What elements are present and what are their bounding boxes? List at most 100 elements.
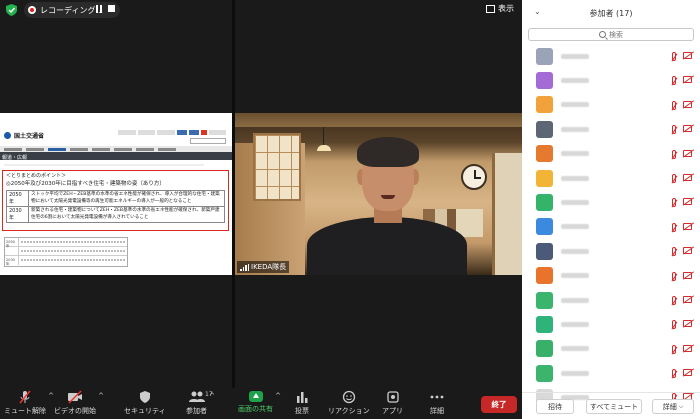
video-name-tag: IKEDA隊長	[237, 261, 290, 273]
video-off-icon	[68, 390, 82, 404]
participant-name-blurred	[561, 321, 589, 327]
share-screen-button[interactable]: ^ 画面の共有	[238, 390, 281, 414]
video-off-icon	[683, 52, 692, 59]
person-mouth	[381, 195, 395, 199]
avatar	[536, 218, 553, 236]
view-grid-icon	[486, 4, 495, 13]
table-row: 2030年	[5, 256, 127, 266]
meeting-area: レコーディング... 表示 国土交通省 報道・広報 ＜とりまとめのポイント＞ ◎…	[0, 0, 522, 388]
video-off-icon	[683, 173, 692, 181]
participant-name-blurred	[561, 273, 589, 279]
participant-row[interactable]	[522, 190, 700, 214]
row-year: 2050年	[6, 190, 29, 207]
pause-recording-icon[interactable]	[96, 5, 102, 13]
participant-row[interactable]	[522, 93, 700, 117]
recording-indicator[interactable]: レコーディング...	[24, 2, 120, 18]
participant-row[interactable]	[522, 44, 700, 68]
search-placeholder: 検索	[609, 30, 623, 39]
polls-button[interactable]: 投票	[293, 390, 311, 416]
site-logo-text: 国土交通省	[14, 133, 45, 140]
row-text: ストック平均でZEH・ZEB基準の水準の省エネ性能が確保され、導入が合理的な住宅…	[28, 190, 225, 207]
summary-points-box: ＜とりまとめのポイント＞ ◎2050年及び2030年に目指すべき住宅・建築物の姿…	[2, 170, 229, 231]
mute-all-button[interactable]: すべてミュート	[586, 399, 642, 414]
participant-row[interactable]	[522, 361, 700, 385]
share-screen-icon	[248, 391, 263, 402]
invite-button[interactable]: 招待	[536, 399, 574, 414]
avatar	[536, 169, 553, 187]
participant-row[interactable]	[522, 142, 700, 166]
security-button[interactable]: セキュリティ	[124, 390, 166, 416]
participant-row[interactable]	[522, 264, 700, 288]
participants-button[interactable]: ^ 参加者	[186, 390, 215, 416]
wall-clock	[461, 164, 487, 190]
mic-muted-icon	[672, 198, 676, 208]
avatar	[536, 315, 553, 333]
table-row: 2030年 新築される住宅・建築物についてZEH・ZEB基準の水準の省エネ性能が…	[6, 206, 225, 223]
video-off-icon	[683, 247, 692, 255]
video-off-icon	[683, 344, 692, 352]
participant-row[interactable]	[522, 68, 700, 92]
participant-name-blurred	[561, 53, 589, 59]
video-label: ビデオの開始	[54, 407, 96, 415]
collapse-chevron-icon[interactable]: ⌄	[534, 7, 541, 16]
participants-icon	[188, 391, 205, 402]
participant-row[interactable]	[522, 117, 700, 141]
reactions-label: リアクション	[328, 407, 370, 415]
side-window	[492, 153, 522, 275]
video-off-icon	[683, 149, 692, 157]
participant-row[interactable]	[522, 215, 700, 239]
security-shield-icon[interactable]	[6, 4, 17, 16]
share-options-caret[interactable]: ^	[275, 392, 281, 400]
participant-row[interactable]	[522, 337, 700, 361]
reactions-button[interactable]: リアクション	[328, 390, 370, 416]
participant-row[interactable]	[522, 166, 700, 190]
more-label: 詳細	[430, 407, 444, 415]
avatar	[536, 291, 553, 309]
panel-more-label: 詳細	[662, 402, 677, 411]
participant-name-blurred	[561, 346, 589, 352]
shoji-screen	[253, 133, 301, 201]
lamp-cord	[323, 127, 324, 147]
participant-list	[522, 44, 700, 407]
participant-row[interactable]	[522, 288, 700, 312]
panel-more-button[interactable]: 詳細 ⌵	[652, 399, 694, 414]
video-options-caret[interactable]: ^	[98, 392, 104, 400]
end-meeting-button[interactable]: 終了	[481, 396, 517, 413]
participant-row[interactable]	[522, 312, 700, 336]
table-row: 2050年	[5, 238, 127, 248]
start-video-button[interactable]: ^ ビデオの開始	[54, 390, 104, 416]
mute-button[interactable]: ^ ミュート解除	[4, 390, 54, 416]
polls-label: 投票	[295, 407, 309, 415]
mic-muted-icon	[672, 222, 676, 232]
site-section-bar	[0, 152, 232, 160]
participant-row[interactable]	[522, 239, 700, 263]
polls-icon	[297, 392, 308, 403]
avatar	[536, 194, 553, 212]
mic-muted-icon	[672, 271, 676, 281]
recording-dot-icon	[28, 6, 36, 14]
stop-recording-icon[interactable]	[108, 5, 115, 12]
site-breadcrumb: 報道・広報	[2, 155, 28, 161]
participant-name: IKEDA隊長	[251, 263, 287, 271]
site-search-box	[190, 138, 226, 144]
ceiling-beam	[235, 113, 522, 127]
more-button[interactable]: 詳細	[428, 390, 446, 416]
video-tile[interactable]: IKEDA隊長	[235, 113, 522, 275]
avatar	[536, 267, 553, 285]
row-year: 2030年	[5, 256, 19, 266]
shared-screen[interactable]: 国土交通省 報道・広報 ＜とりまとめのポイント＞ ◎2050年及び2030年に目…	[0, 113, 232, 275]
participant-name-blurred	[561, 102, 589, 108]
mic-muted-icon	[672, 344, 676, 354]
participant-search-input[interactable]: 検索	[528, 28, 694, 41]
participants-count: 17	[205, 391, 213, 398]
site-utility-links	[118, 130, 226, 136]
mic-muted-icon	[672, 100, 676, 110]
reaction-smiley-icon	[342, 390, 355, 404]
participant-name-blurred	[561, 126, 589, 132]
participant-name-blurred	[561, 151, 589, 157]
mic-muted-icon	[672, 369, 676, 379]
mic-muted-icon	[672, 76, 676, 86]
apps-button[interactable]: アプリ	[382, 390, 403, 416]
view-button[interactable]: 表示	[486, 3, 514, 14]
more-dots-icon	[430, 395, 444, 399]
